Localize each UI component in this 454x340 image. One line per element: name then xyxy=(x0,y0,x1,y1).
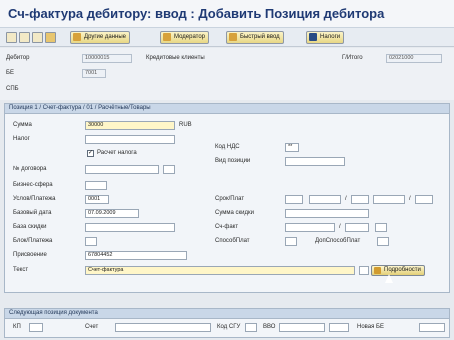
text-label: Текст xyxy=(13,267,29,273)
text-more-field[interactable] xyxy=(359,266,369,275)
vvo-label: ВВО xyxy=(263,324,276,330)
add-payment-field[interactable] xyxy=(377,237,389,246)
save-icon[interactable] xyxy=(19,32,30,43)
calc-tax-checkbox[interactable] xyxy=(87,149,94,157)
debitor-field[interactable]: 10000015 xyxy=(82,54,132,63)
taxes-button[interactable]: Налоги xyxy=(306,31,345,44)
sum-label: Сумма xyxy=(13,122,32,128)
payment-terms-field[interactable]: 0001 xyxy=(85,195,109,204)
next-item-title: Следующая позиция документа xyxy=(5,309,449,319)
assignment-field[interactable]: 67804452 xyxy=(85,251,187,260)
due-date-label: Срок/Плат xyxy=(215,196,245,202)
customer-ref-label: Кредитовые клиенты xyxy=(146,55,205,61)
position-section-title: Позиция 1 / Счет-фактура / 01 / Расчётны… xyxy=(5,104,449,114)
currency-label: RUB xyxy=(179,122,192,128)
kp-label: КП xyxy=(13,324,21,330)
details-icon xyxy=(374,267,381,274)
edit-icon[interactable] xyxy=(6,32,17,43)
contract-ext-field[interactable] xyxy=(163,165,175,174)
header-panel: Дебитор 10000015 Кредитовые клиенты БЕ 7… xyxy=(0,48,454,100)
due-days-3[interactable] xyxy=(415,195,433,204)
baseline-date-label: Базовый дата xyxy=(13,210,52,216)
title-bar: Сч-фактура дебитору: ввод : Добавить Поз… xyxy=(0,0,454,28)
spb-label: СПБ xyxy=(6,86,19,92)
total-field[interactable]: 02021000 xyxy=(386,54,442,63)
business-area-field[interactable] xyxy=(85,181,107,190)
sum-field[interactable]: 30000 xyxy=(85,121,175,130)
code-field[interactable] xyxy=(245,323,257,332)
block-payment-label: Блок/Платежа xyxy=(13,238,53,244)
due-sep-2: / xyxy=(409,196,411,202)
invoice-field[interactable] xyxy=(285,223,335,232)
business-area-label: Бизнес-сфера xyxy=(13,182,53,188)
fast-entry-button[interactable]: Быстрый ввод xyxy=(226,31,284,44)
window-title: Сч-фактура дебитору: ввод : Добавить Поз… xyxy=(8,6,385,21)
new-be-field[interactable] xyxy=(419,323,445,332)
mouse-pointer-icon xyxy=(385,274,393,283)
new-be-label: Новая БЕ xyxy=(357,324,384,330)
invoice-year-field[interactable] xyxy=(345,223,369,232)
fast-entry-icon xyxy=(229,33,237,41)
due-days-1[interactable] xyxy=(285,195,303,204)
vvo-field[interactable] xyxy=(279,323,325,332)
base-discount-label: База скидки xyxy=(13,224,47,230)
position-section: Позиция 1 / Счет-фактура / 01 / Расчётны… xyxy=(4,103,450,293)
calc-tax-label: Расчет налога xyxy=(97,150,137,156)
application-toolbar: Другие данные Модератор Быстрый ввод Нал… xyxy=(0,28,454,47)
tax-code-field[interactable]: ** xyxy=(285,143,299,152)
moderator-icon xyxy=(163,33,171,41)
debitor-label: Дебитор xyxy=(6,55,30,61)
other-data-icon xyxy=(73,33,81,41)
due-pct-1[interactable] xyxy=(309,195,341,204)
due-pct-2[interactable] xyxy=(373,195,405,204)
discount-sum-field[interactable] xyxy=(285,209,369,218)
due-days-2[interactable] xyxy=(351,195,369,204)
due-sep-1: / xyxy=(345,196,347,202)
tax-label: Налог xyxy=(13,136,30,142)
account-field[interactable] xyxy=(115,323,211,332)
vvo-ext-field[interactable] xyxy=(329,323,349,332)
discount-sum-label: Сумма скидки xyxy=(215,210,254,216)
account-label: Счет xyxy=(85,324,99,330)
payment-method-label: СпособПлат xyxy=(215,238,250,244)
display-icon[interactable] xyxy=(32,32,43,43)
contract-label: № договора xyxy=(13,166,47,172)
invoice-item-field[interactable] xyxy=(375,223,387,232)
kp-field[interactable] xyxy=(29,323,43,332)
total-label: Г/Итого xyxy=(342,55,363,61)
pos-type-field[interactable] xyxy=(285,157,345,166)
baseline-date-field[interactable]: 07.09.2009 xyxy=(85,209,139,218)
moderator-button[interactable]: Модератор xyxy=(160,31,210,44)
contract-field[interactable] xyxy=(85,165,159,174)
invoice-sep: / xyxy=(339,224,341,230)
payment-terms-label: Услов/Платежа xyxy=(13,196,56,202)
taxes-icon xyxy=(309,33,317,41)
block-payment-field[interactable] xyxy=(85,237,97,246)
details-button[interactable]: Подробности xyxy=(371,265,425,276)
text-field[interactable]: Счет-фактура xyxy=(85,266,355,275)
base-discount-field[interactable] xyxy=(85,223,175,232)
tax-code-label: Код НДС xyxy=(215,144,240,150)
be-field[interactable]: 7001 xyxy=(82,69,106,78)
assignment-label: Присвоение xyxy=(13,252,47,258)
pos-type-label: Вид позиции xyxy=(215,158,251,164)
add-payment-label: ДопСпособПлат xyxy=(315,238,361,244)
payment-method-field[interactable] xyxy=(285,237,297,246)
invoice-label: Сч-факт xyxy=(215,224,239,230)
other-data-button[interactable]: Другие данные xyxy=(70,31,130,44)
next-item-section: Следующая позиция документа КП Счет Код … xyxy=(4,308,450,338)
be-label: БЕ xyxy=(6,70,14,76)
tax-field[interactable] xyxy=(85,135,175,144)
settings-icon[interactable] xyxy=(45,32,56,43)
code-label: Код СГУ xyxy=(217,324,241,330)
